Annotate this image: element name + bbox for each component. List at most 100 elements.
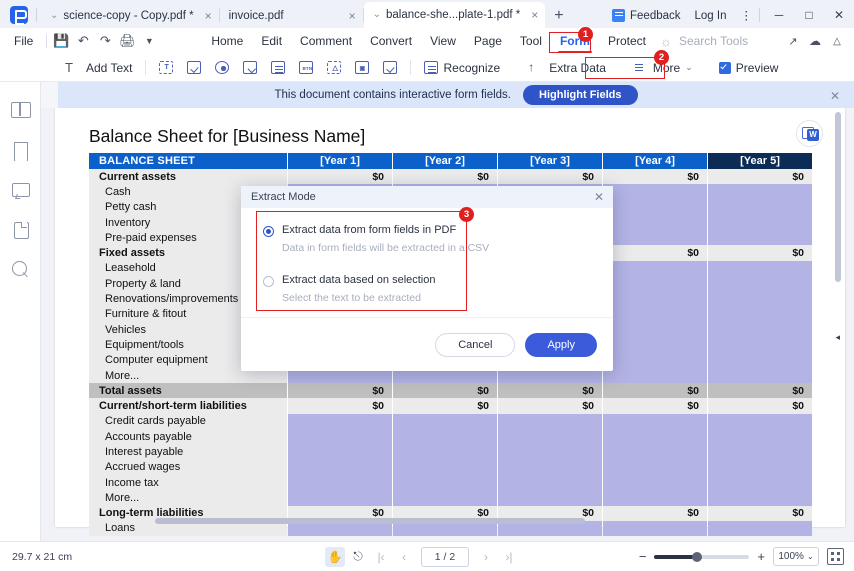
cancel-button[interactable]: Cancel	[435, 332, 516, 357]
close-icon[interactable]: ×	[531, 8, 538, 22]
form-field-cell[interactable]	[603, 337, 707, 353]
sidebar-item-pages[interactable]	[9, 218, 31, 240]
menu-item-view[interactable]: View	[421, 28, 465, 54]
next-page-button[interactable]: ›	[476, 547, 496, 567]
menu-item-comment[interactable]: Comment	[291, 28, 361, 54]
sidebar-item-bookmarks[interactable]	[9, 138, 31, 160]
form-field-cell[interactable]	[708, 490, 812, 506]
form-field-cell[interactable]	[498, 413, 602, 430]
form-field-cell[interactable]	[393, 413, 497, 430]
form-field-cell[interactable]	[603, 321, 707, 338]
form-field-cell[interactable]	[708, 367, 812, 384]
menu-item-edit[interactable]: Edit	[252, 28, 291, 54]
image-field-tool[interactable]: ▣	[348, 57, 376, 79]
form-field-cell[interactable]	[498, 490, 602, 506]
form-field-cell[interactable]	[498, 444, 602, 460]
radio-button-tool[interactable]	[208, 57, 236, 79]
sidebar-item-comments[interactable]	[9, 178, 31, 200]
form-field-cell[interactable]	[393, 459, 497, 475]
print-icon[interactable]: 🖨	[116, 33, 138, 49]
previous-page-button[interactable]: ‹	[394, 547, 414, 567]
combo-box-tool[interactable]	[236, 57, 264, 79]
form-field-cell[interactable]	[708, 429, 812, 445]
form-field-cell[interactable]	[288, 429, 392, 445]
menu-item-convert[interactable]: Convert	[361, 28, 421, 54]
form-field-cell[interactable]	[393, 444, 497, 460]
menu-item-tool[interactable]: Tool	[511, 28, 551, 54]
add-text-button[interactable]: T Add Text	[58, 57, 139, 79]
zoom-slider[interactable]	[654, 551, 750, 562]
cloud-upload-icon[interactable]: ☁	[804, 34, 826, 48]
form-field-cell[interactable]	[288, 413, 392, 430]
vertical-scrollbar[interactable]	[835, 112, 841, 282]
new-tab-button[interactable]: +	[545, 7, 572, 28]
menu-item-page[interactable]: Page	[465, 28, 511, 54]
close-icon[interactable]: ×	[205, 9, 212, 23]
list-box-tool[interactable]	[264, 57, 292, 79]
form-field-cell[interactable]	[708, 444, 812, 460]
signature-field-tool[interactable]: △	[320, 57, 348, 79]
fit-page-icon[interactable]	[827, 548, 844, 565]
form-field-cell[interactable]	[288, 459, 392, 475]
close-dialog-icon[interactable]: ✕	[594, 190, 604, 204]
login-button[interactable]: Log In	[688, 10, 734, 28]
convert-to-word-icon[interactable]	[796, 120, 823, 147]
form-field-cell[interactable]	[603, 520, 707, 537]
date-field-tool[interactable]	[376, 57, 404, 79]
form-field-cell[interactable]	[708, 459, 812, 475]
search-tools-label[interactable]: Search Tools	[677, 28, 757, 54]
form-field-cell[interactable]	[603, 474, 707, 491]
form-field-cell[interactable]	[603, 214, 707, 231]
page-number-input[interactable]: 1 / 2	[421, 546, 469, 567]
feedback-button[interactable]: Feedback	[605, 9, 688, 28]
expand-right-panel-handle[interactable]: ◂	[835, 332, 840, 343]
form-field-cell[interactable]	[708, 352, 812, 368]
form-field-cell[interactable]	[708, 321, 812, 338]
form-field-cell[interactable]	[498, 459, 602, 475]
form-field-cell[interactable]	[603, 199, 707, 215]
form-field-cell[interactable]	[708, 520, 812, 537]
form-field-cell[interactable]	[708, 337, 812, 353]
menu-item-protect[interactable]: Protect	[599, 28, 655, 54]
form-field-cell[interactable]	[708, 291, 812, 307]
form-field-cell[interactable]	[708, 214, 812, 231]
form-field-cell[interactable]	[603, 276, 707, 292]
form-field-cell[interactable]	[708, 260, 812, 277]
minimize-button[interactable]: ─	[764, 8, 794, 28]
quick-access-dropdown-icon[interactable]: ▼	[138, 36, 160, 46]
form-field-cell[interactable]	[288, 490, 392, 506]
form-field-cell[interactable]	[603, 291, 707, 307]
overflow-menu-button[interactable]: ⋮	[734, 8, 760, 28]
apply-button[interactable]: Apply	[525, 332, 597, 357]
undo-icon[interactable]: ↶	[72, 33, 94, 49]
hand-tool-icon[interactable]: ✋	[325, 546, 345, 567]
form-field-cell[interactable]	[393, 490, 497, 506]
form-field-cell[interactable]	[603, 260, 707, 277]
menu-item-file[interactable]: File	[0, 28, 43, 54]
highlight-fields-button[interactable]: Highlight Fields	[523, 85, 638, 105]
form-field-cell[interactable]	[708, 230, 812, 246]
preview-toggle[interactable]: Preview	[712, 57, 786, 79]
form-field-cell[interactable]	[498, 474, 602, 491]
radio-button-icon[interactable]	[263, 276, 274, 287]
form-field-cell[interactable]	[708, 184, 812, 200]
save-icon[interactable]: 💾	[50, 33, 72, 49]
close-window-button[interactable]: ✕	[824, 8, 854, 28]
form-field-cell[interactable]	[603, 413, 707, 430]
form-field-cell[interactable]	[708, 474, 812, 491]
form-field-cell[interactable]	[708, 199, 812, 215]
maximize-button[interactable]: □	[794, 8, 824, 28]
form-field-cell[interactable]	[603, 306, 707, 322]
close-banner-icon[interactable]: ✕	[830, 89, 840, 103]
first-page-button[interactable]: |‹	[371, 547, 391, 567]
horizontal-scrollbar[interactable]	[155, 518, 585, 524]
collapse-ribbon-icon[interactable]: △	[826, 36, 848, 47]
document-tab-1[interactable]: ⌄ science-copy - Copy.pdf * ×	[41, 4, 219, 28]
form-field-cell[interactable]	[603, 230, 707, 246]
form-field-cell[interactable]	[708, 306, 812, 322]
form-field-cell[interactable]	[498, 429, 602, 445]
zoom-in-button[interactable]: +	[757, 549, 765, 564]
form-field-cell[interactable]	[603, 352, 707, 368]
share-icon[interactable]: ↗	[782, 35, 804, 48]
recognize-button[interactable]: Recognize	[417, 57, 507, 79]
